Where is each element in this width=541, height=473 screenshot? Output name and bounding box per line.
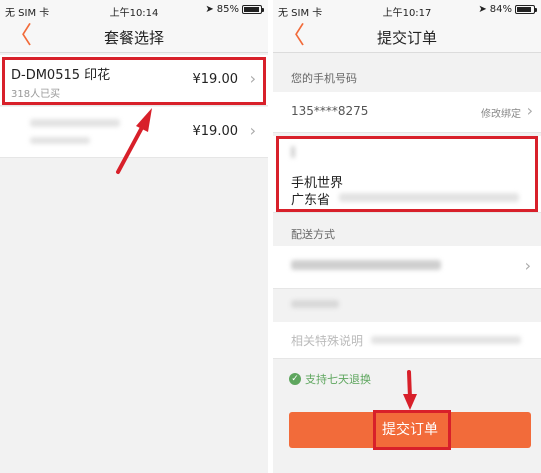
- address-province: 广东省: [291, 193, 331, 208]
- chevron-right-icon: ›: [524, 256, 531, 275]
- delivery-section-label: 配送方式: [291, 228, 335, 241]
- blurred-name: [30, 119, 120, 127]
- status-right: ➤ 85%: [205, 4, 264, 15]
- modify-binding-link[interactable]: 修改绑定: [481, 105, 521, 120]
- chevron-right-icon: ›: [249, 121, 256, 140]
- phone-binding-row[interactable]: 135****8275 修改绑定 ›: [273, 92, 541, 133]
- submit-order-button[interactable]: 提交订单: [289, 412, 531, 448]
- package-price: ¥19.00: [192, 124, 239, 139]
- page-title: 提交订单: [376, 29, 437, 47]
- chevron-right-icon: ›: [526, 101, 533, 120]
- nav-bar: 〈 套餐选择: [0, 20, 268, 53]
- special-note-field[interactable]: 相关特殊说明: [273, 322, 541, 359]
- battery-percent: 85%: [216, 4, 239, 15]
- note-placeholder: 相关特殊说明: [291, 334, 364, 348]
- package-item-blurred[interactable]: ¥19.00 ›: [0, 107, 268, 158]
- blurred-contact: [291, 146, 295, 158]
- package-item-dm0515[interactable]: D-DM0515 印花 318人已买 ¥19.00 ›: [0, 55, 268, 106]
- blurred-address-detail: [339, 193, 519, 202]
- phone-section-label: 您的手机号码: [291, 72, 357, 85]
- chevron-right-icon: ›: [249, 69, 256, 88]
- status-bar: 无 SIM 卡 上午10:17 ➤ 84%: [273, 0, 541, 20]
- status-bar: 无 SIM 卡 上午10:14 ➤ 85%: [0, 0, 268, 20]
- page-title: 套餐选择: [103, 29, 164, 47]
- package-sold-count: 318人已买: [11, 89, 61, 100]
- package-price: ¥19.00: [192, 72, 239, 87]
- package-name: D-DM0515 印花: [11, 68, 111, 83]
- nav-bar: 〈 提交订单: [273, 20, 541, 53]
- blurred-note-label: [291, 300, 339, 308]
- blurred-sold: [30, 137, 90, 144]
- check-circle-icon: ✓: [289, 373, 301, 385]
- status-right: ➤ 84%: [478, 4, 537, 15]
- battery-percent: 84%: [489, 4, 512, 15]
- blurred-delivery-option: [291, 260, 441, 270]
- submit-order-screen: 无 SIM 卡 上午10:17 ➤ 84% 〈 提交订单 您的手机号码 135*…: [273, 0, 541, 473]
- return-guarantee: ✓ 支持七天退换: [289, 371, 371, 387]
- location-icon: ➤: [205, 4, 214, 15]
- battery-icon: [242, 5, 264, 14]
- blurred-note-hint: [371, 336, 521, 344]
- guarantee-text: 支持七天退换: [305, 373, 371, 386]
- location-icon: ➤: [478, 4, 487, 15]
- phone-number: 135****8275: [291, 104, 369, 118]
- package-select-screen: 无 SIM 卡 上午10:14 ➤ 85% 〈 套餐选择 D-DM0515 印花…: [0, 0, 268, 473]
- address-row[interactable]: 手机世界 广东省: [273, 136, 541, 213]
- delivery-method-row[interactable]: ›: [273, 246, 541, 289]
- battery-icon: [515, 5, 537, 14]
